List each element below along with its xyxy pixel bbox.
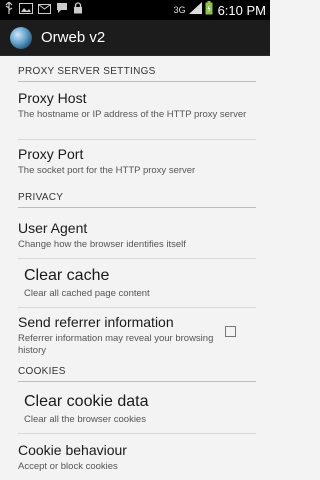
pref-proxy-host[interactable]: Proxy Host The hostname or IP address of…: [18, 90, 256, 121]
pref-title: Proxy Port: [18, 146, 84, 162]
divider: [18, 258, 256, 259]
network-type: 3G: [173, 5, 186, 15]
section-header-privacy: PRIVACY: [18, 192, 256, 208]
lock-icon: [73, 1, 83, 19]
pref-title: Clear cookie data: [24, 393, 149, 410]
app-title: Orweb v2: [41, 29, 106, 46]
usb-icon: [4, 1, 14, 19]
pref-clear-cache[interactable]: Clear cache Clear all cached page conten…: [24, 266, 256, 300]
battery-icon: [205, 0, 213, 20]
pref-proxy-port[interactable]: Proxy Port The socket port for the HTTP …: [18, 146, 256, 177]
pref-send-referrer[interactable]: Send referrer information Referrer infor…: [18, 314, 220, 356]
pref-summary: Accept or block cookies: [18, 461, 118, 472]
pref-title: Proxy Host: [18, 90, 87, 106]
picture-icon: [19, 1, 33, 19]
pref-cookie-behaviour[interactable]: Cookie behaviour Accept or block cookies: [18, 442, 256, 473]
clock: 6:10 PM: [217, 2, 266, 18]
pref-summary: The hostname or IP address of the HTTP p…: [18, 109, 247, 120]
pref-clear-cookie-data[interactable]: Clear cookie data Clear all the browser …: [24, 392, 256, 426]
pref-summary: Clear all cached page content: [24, 288, 150, 299]
section-header-proxy: PROXY SERVER SETTINGS: [18, 66, 256, 82]
pref-summary: Referrer information may reveal your bro…: [18, 333, 214, 356]
pref-title: Send referrer information: [18, 314, 174, 330]
chat-icon: [56, 1, 68, 19]
pref-title: Cookie behaviour: [18, 442, 127, 458]
status-bar: 3G 6:10 PM: [0, 0, 270, 20]
pref-title: Clear cache: [24, 267, 110, 284]
orweb-globe-icon[interactable]: [10, 26, 32, 49]
divider: [18, 307, 256, 308]
email-icon: [38, 1, 51, 19]
divider: [18, 433, 256, 434]
section-header-cookies: COOKIES: [18, 366, 256, 382]
referrer-checkbox[interactable]: [225, 326, 236, 337]
pref-title: User Agent: [18, 220, 88, 236]
action-bar: Orweb v2: [0, 20, 270, 56]
pref-summary: The socket port for the HTTP proxy serve…: [18, 165, 196, 176]
signal-icon: [188, 1, 202, 19]
pref-summary: Change how the browser identifies itself: [18, 239, 186, 250]
pref-summary: Clear all the browser cookies: [24, 414, 146, 425]
divider: [18, 139, 256, 140]
pref-user-agent[interactable]: User Agent Change how the browser identi…: [18, 220, 256, 251]
